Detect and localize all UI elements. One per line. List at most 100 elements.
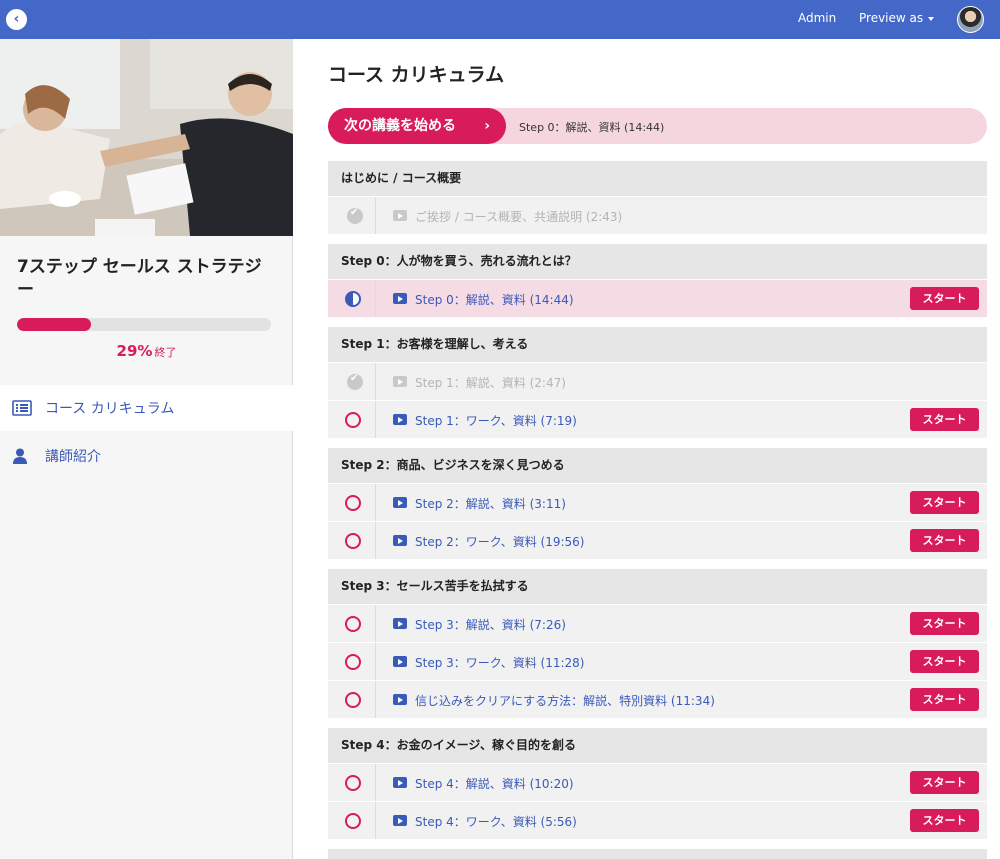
lesson-title[interactable]: Step 2：解説、資料 (3:11) (415, 495, 566, 512)
progress-label: 29% 終了 (0, 341, 293, 360)
top-nav-bar: ‹ Admin Preview as (0, 0, 1000, 39)
lesson-status-cell (328, 484, 376, 521)
course-title: 7ステップ セールス ストラテジー (17, 257, 262, 300)
section-title: Step 3：セールス苦手を払拭する (328, 569, 987, 604)
section-title: Step 1：お客様を理解し、考える (328, 327, 987, 362)
section-title: Step 4：お金のイメージ、稼ぐ目的を創る (328, 728, 987, 763)
section-title: Step 2：商品、ビジネスを深く見つめる (328, 448, 987, 483)
sidebar-item-curriculum[interactable]: コース カリキュラム (0, 385, 293, 431)
completed-check-icon (347, 373, 363, 390)
incomplete-circle-icon (345, 775, 361, 791)
lesson-row[interactable]: Step 1：解説、資料 (2:47) (328, 362, 987, 400)
lesson-title[interactable]: Step 1：解説、資料 (2:47) (415, 374, 566, 391)
start-button[interactable]: スタート (910, 287, 979, 310)
start-button[interactable]: スタート (910, 771, 979, 794)
progress-percent: 29% (116, 342, 153, 360)
lesson-row[interactable]: Step 2：ワーク、資料 (19:56) スタート (328, 521, 987, 559)
chevron-right-icon: › (484, 118, 490, 134)
lesson-title[interactable]: Step 1：ワーク、資料 (7:19) (415, 412, 577, 429)
lesson-title[interactable]: Step 3：解説、資料 (7:26) (415, 616, 566, 633)
incomplete-circle-icon (345, 412, 361, 428)
curriculum-section: はじめに / コース概要ご挨拶 / コース概要、共通説明 (2:43) (328, 161, 987, 234)
lesson-status-cell (328, 401, 376, 438)
preview-as-dropdown[interactable]: Preview as (859, 11, 935, 25)
curriculum-section: Step 3：セールス苦手を払拭する Step 3：解説、資料 (7:26) スター… (328, 569, 987, 718)
lesson-status-cell (328, 280, 376, 317)
sidebar-item-label: コース カリキュラム (45, 401, 175, 417)
lesson-row[interactable]: ご挨拶 / コース概要、共通説明 (2:43) (328, 196, 987, 234)
user-avatar[interactable] (957, 6, 984, 33)
sidebar-item-instructor[interactable]: 講師紹介 (0, 433, 293, 479)
video-play-icon (393, 815, 407, 826)
curriculum-section: Step 1：お客様を理解し、考える Step 1：解説、資料 (2:47) Ste… (328, 327, 987, 438)
course-sidebar: 7ステップ セールス ストラテジー 29% 終了 コース カリキュラム 講師紹介 (0, 39, 293, 859)
user-icon (13, 448, 27, 464)
incomplete-circle-icon (345, 495, 361, 511)
lesson-status-cell (328, 802, 376, 839)
lesson-status-cell (328, 643, 376, 680)
lesson-title[interactable]: Step 0：解説、資料 (14:44) (415, 291, 574, 308)
lesson-row[interactable]: Step 2：解説、資料 (3:11) スタート (328, 483, 987, 521)
lesson-row[interactable]: Step 3：ワーク、資料 (11:28) スタート (328, 642, 987, 680)
video-play-icon (393, 694, 407, 705)
lesson-row[interactable]: Step 1：ワーク、資料 (7:19) スタート (328, 400, 987, 438)
incomplete-circle-icon (345, 616, 361, 632)
lesson-row[interactable]: Step 4：ワーク、資料 (5:56) スタート (328, 801, 987, 839)
incomplete-circle-icon (345, 654, 361, 670)
admin-link[interactable]: Admin (798, 11, 836, 25)
start-next-lecture-button[interactable]: 次の講義を始める › (328, 108, 506, 144)
video-play-icon (393, 376, 407, 387)
in-progress-icon (345, 291, 361, 307)
start-button[interactable]: スタート (910, 809, 979, 832)
lesson-title[interactable]: ご挨拶 / コース概要、共通説明 (2:43) (415, 208, 622, 225)
video-play-icon (393, 497, 407, 508)
curriculum-sections: はじめに / コース概要ご挨拶 / コース概要、共通説明 (2:43) Step … (328, 161, 987, 859)
video-play-icon (393, 414, 407, 425)
completed-check-icon (347, 207, 363, 224)
lesson-title[interactable]: Step 3：ワーク、資料 (11:28) (415, 654, 584, 671)
next-section-header (328, 849, 987, 859)
start-button[interactable]: スタート (910, 491, 979, 514)
lesson-title[interactable]: Step 4：ワーク、資料 (5:56) (415, 813, 577, 830)
next-lecture-title: Step 0：解説、資料 (14:44) (519, 121, 665, 134)
video-play-icon (393, 618, 407, 629)
start-button[interactable]: スタート (910, 688, 979, 711)
lesson-title[interactable]: Step 2：ワーク、資料 (19:56) (415, 533, 584, 550)
incomplete-circle-icon (345, 813, 361, 829)
curriculum-section: Step 4：お金のイメージ、稼ぐ目的を創る Step 4：解説、資料 (10:2… (328, 728, 987, 839)
course-progress-bar (17, 318, 271, 331)
start-button[interactable]: スタート (910, 408, 979, 431)
sidebar-item-label: 講師紹介 (45, 449, 101, 465)
start-button[interactable]: スタート (910, 650, 979, 673)
lesson-status-cell (328, 605, 376, 642)
progress-suffix: 終了 (154, 346, 177, 359)
curriculum-section: Step 2：商品、ビジネスを深く見つめる Step 2：解説、資料 (3:11)… (328, 448, 987, 559)
lesson-status-cell (328, 197, 376, 234)
start-button[interactable]: スタート (910, 612, 979, 635)
lesson-row[interactable]: 信じ込みをクリアにする方法：解説、特別資料 (11:34) スタート (328, 680, 987, 718)
curriculum-section: Step 0：人が物を買う、売れる流れとは？ Step 0：解説、資料 (14:4… (328, 244, 987, 317)
next-lecture-bar: 次の講義を始める › Step 0：解説、資料 (14:44) (328, 108, 987, 144)
lesson-row[interactable]: Step 4：解説、資料 (10:20) スタート (328, 763, 987, 801)
video-play-icon (393, 293, 407, 304)
lesson-status-cell (328, 764, 376, 801)
lesson-row[interactable]: Step 0：解説、資料 (14:44) スタート (328, 279, 987, 317)
section-title: はじめに / コース概要 (328, 161, 987, 196)
course-hero-image (0, 39, 293, 236)
lesson-status-cell (328, 522, 376, 559)
video-play-icon (393, 777, 407, 788)
caret-down-icon (928, 16, 935, 21)
curriculum-list-icon (12, 400, 32, 416)
start-next-lecture-label: 次の講義を始める (344, 118, 456, 134)
page-title: コース カリキュラム (328, 64, 505, 86)
section-title: Step 0：人が物を買う、売れる流れとは？ (328, 244, 987, 279)
handshake-photo (0, 39, 293, 236)
lesson-title[interactable]: 信じ込みをクリアにする方法：解説、特別資料 (11:34) (415, 692, 715, 709)
lesson-row[interactable]: Step 3：解説、資料 (7:26) スタート (328, 604, 987, 642)
lesson-title[interactable]: Step 4：解説、資料 (10:20) (415, 775, 574, 792)
progress-fill (17, 318, 91, 331)
preview-as-label: Preview as (859, 11, 924, 25)
start-button[interactable]: スタート (910, 529, 979, 552)
back-arrow-icon[interactable]: ‹ (6, 9, 27, 30)
incomplete-circle-icon (345, 533, 361, 549)
